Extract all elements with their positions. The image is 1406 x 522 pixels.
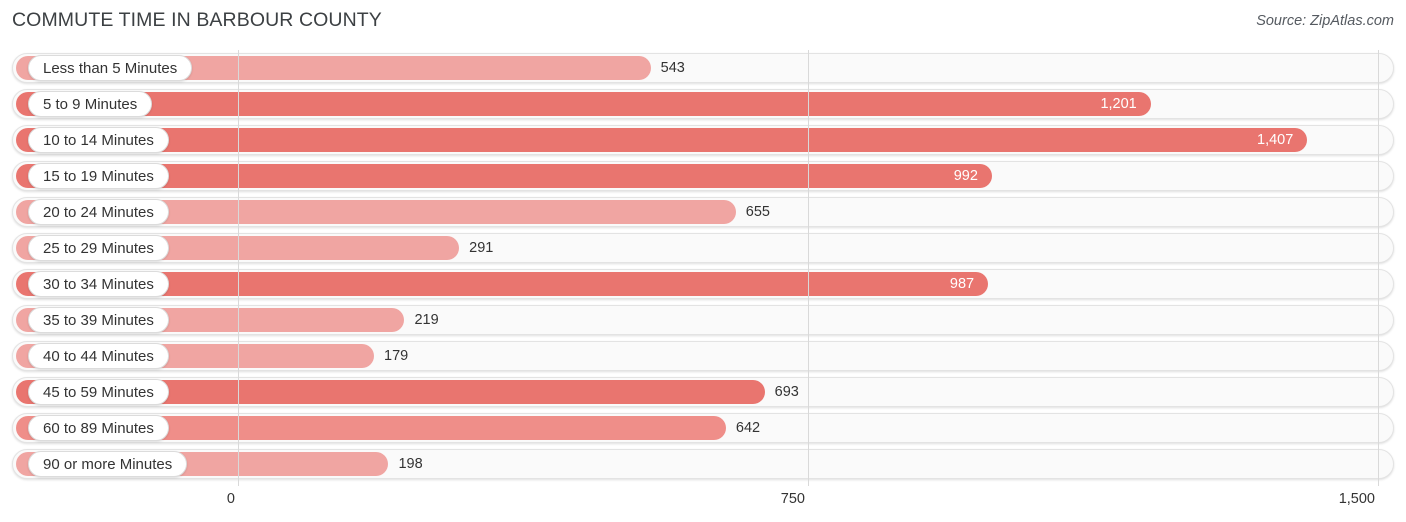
category-label[interactable]: 90 or more Minutes xyxy=(28,451,188,477)
bar-value-label: 1,201 xyxy=(1100,96,1137,112)
bar-value-label: 693 xyxy=(774,384,799,400)
bar-value-label: 219 xyxy=(414,312,439,328)
category-label[interactable]: 30 to 34 Minutes xyxy=(28,271,169,297)
bar-value-label: 543 xyxy=(660,60,685,76)
page-title: COMMUTE TIME IN BARBOUR COUNTY xyxy=(12,9,382,31)
bar-value-label: 642 xyxy=(735,420,761,436)
source-attribution: Source: ZipAtlas.com xyxy=(1256,13,1394,29)
x-tick-label: 1,500 xyxy=(1338,491,1375,507)
category-label[interactable]: 5 to 9 Minutes xyxy=(28,91,153,117)
category-label[interactable]: 15 to 19 Minutes xyxy=(28,163,169,189)
bar-row[interactable]: 291 25 to 29 Minutes xyxy=(0,233,1406,263)
bar-row[interactable]: 642 60 to 89 Minutes xyxy=(0,413,1406,443)
bar-row[interactable]: 987 30 to 34 Minutes xyxy=(0,269,1406,299)
category-label[interactable]: 35 to 39 Minutes xyxy=(28,307,169,333)
bar-row[interactable]: 1,201 5 to 9 Minutes xyxy=(0,89,1406,119)
category-label[interactable]: 20 to 24 Minutes xyxy=(28,199,169,225)
bar-fill[interactable]: 1,407 xyxy=(16,128,1308,152)
bar-value-label: 198 xyxy=(398,456,423,472)
x-axis: 0 750 1,500 xyxy=(0,486,1406,522)
category-label[interactable]: Less than 5 Minutes xyxy=(28,55,193,81)
bar-value-label: 655 xyxy=(745,204,770,220)
bar-row[interactable]: 543 Less than 5 Minutes xyxy=(0,53,1406,83)
category-label[interactable]: 60 to 89 Minutes xyxy=(28,415,169,441)
x-tick-label: 750 xyxy=(780,491,805,507)
plot-area: 543 Less than 5 Minutes 1,201 5 to 9 Minute… xyxy=(0,50,1406,486)
bar-value-label: 1,407 xyxy=(1257,132,1294,148)
bar-value-label: 179 xyxy=(384,348,409,364)
bar-fill[interactable]: 1,201 xyxy=(16,92,1151,116)
bar-row[interactable]: 655 20 to 24 Minutes xyxy=(0,197,1406,227)
category-label[interactable]: 10 to 14 Minutes xyxy=(28,127,169,153)
category-label[interactable]: 40 to 44 Minutes xyxy=(28,343,169,369)
bar-row[interactable]: 179 40 to 44 Minutes xyxy=(0,341,1406,371)
bar-row[interactable]: 198 90 or more Minutes xyxy=(0,449,1406,479)
bar-row[interactable]: 693 45 to 59 Minutes xyxy=(0,377,1406,407)
bar-row[interactable]: 219 35 to 39 Minutes xyxy=(0,305,1406,335)
category-label[interactable]: 45 to 59 Minutes xyxy=(28,379,169,405)
bar-value-label: 987 xyxy=(949,276,975,292)
bar-value-label: 291 xyxy=(469,240,494,256)
bar-row[interactable]: 992 15 to 19 Minutes xyxy=(0,161,1406,191)
bar-value-label: 992 xyxy=(953,168,978,184)
category-label[interactable]: 25 to 29 Minutes xyxy=(28,235,169,261)
x-tick-label: 0 xyxy=(226,491,235,507)
chart-page: COMMUTE TIME IN BARBOUR COUNTY Source: Z… xyxy=(0,0,1406,522)
bar-row[interactable]: 1,407 10 to 14 Minutes xyxy=(0,125,1406,155)
